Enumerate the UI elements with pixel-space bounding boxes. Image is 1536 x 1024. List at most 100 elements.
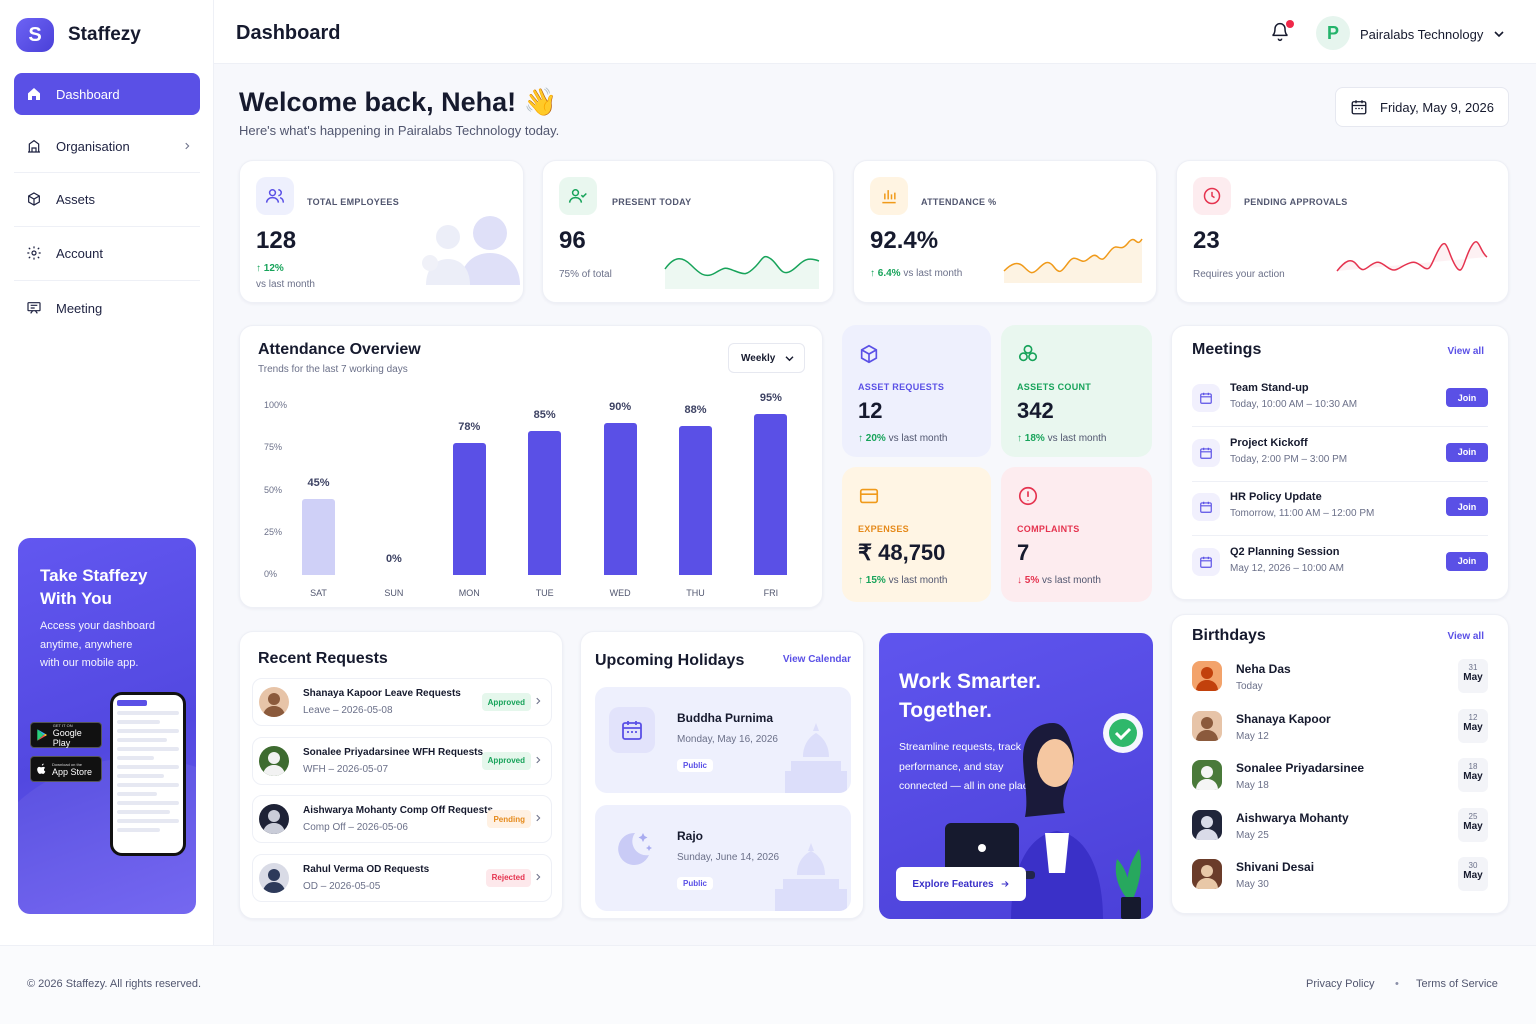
- stat-label: PRESENT TODAY: [612, 197, 692, 207]
- y-tick-label: 0%: [264, 569, 278, 579]
- calendar-icon: [1192, 547, 1220, 576]
- status-badge: Pending: [487, 810, 531, 828]
- presentation-icon: [27, 302, 41, 314]
- meeting-title: Team Stand-up: [1230, 382, 1309, 394]
- join-button[interactable]: Join: [1446, 442, 1488, 462]
- holiday-name: Buddha Purnima: [677, 711, 774, 725]
- boxes-icon: [1018, 344, 1038, 362]
- request-item[interactable]: Rahul Verma OD Requests OD – 2026-05-05 Re…: [252, 853, 552, 902]
- bar-value-label: 78%: [458, 421, 481, 434]
- chevron-right-icon[interactable]: [533, 694, 543, 708]
- chevron-right-icon[interactable]: [533, 870, 543, 884]
- bar-value-label: 0%: [385, 553, 402, 565]
- stat-card-present: PRESENT TODAY 96 75% of total: [542, 160, 834, 303]
- request-item[interactable]: Sonalee Priyadarsinee WFH Requests WFH – …: [252, 736, 552, 785]
- tile-assets-count[interactable]: ASSETS COUNT 342 ↑ 18% vs last month: [1001, 325, 1152, 457]
- date-badge: 18 May: [1458, 758, 1488, 792]
- tile-complaints[interactable]: COMPLAINTS 7 ↓ 5% vs last month: [1001, 467, 1152, 602]
- request-title: Sonalee Priyadarsinee WFH Requests: [303, 746, 484, 758]
- home-icon: [28, 88, 40, 100]
- view-calendar-link[interactable]: View Calendar: [783, 654, 851, 665]
- phone-mockup: [110, 692, 186, 856]
- holiday-item[interactable]: Rajo Sunday, June 14, 2026 Public: [595, 805, 851, 911]
- tile-change: ↓ 5% vs last month: [1017, 575, 1101, 586]
- meeting-item: HR Policy Update Tomorrow, 11:00 AM – 12:…: [1192, 485, 1488, 539]
- request-item[interactable]: Aishwarya Mohanty Comp Off Requests Comp …: [252, 795, 552, 843]
- promo-title: Take Staffezy: [40, 566, 148, 585]
- avatar: [1192, 710, 1222, 741]
- mobile-app-promo: Take Staffezy With You Access your dashb…: [18, 538, 196, 914]
- request-title: Shanaya Kapoor Leave Requests: [303, 688, 461, 699]
- birthday-name: Neha Das: [1236, 662, 1291, 676]
- app-store-button[interactable]: Download on the App Store: [30, 756, 102, 782]
- sidebar-item-meeting[interactable]: Meeting: [14, 287, 200, 329]
- x-tick-label: SAT: [310, 588, 327, 598]
- chevron-right-icon[interactable]: [533, 811, 543, 825]
- top-bar: Dashboard P Pairalabs Technology: [214, 0, 1536, 64]
- y-tick-label: 75%: [264, 442, 283, 453]
- tile-asset-requests[interactable]: ASSET REQUESTS 12 ↑ 20% vs last month: [842, 325, 991, 457]
- stat-change: ↑ 6.4% vs last month: [870, 268, 963, 279]
- sidebar-item-dashboard[interactable]: Dashboard: [14, 73, 200, 115]
- join-button[interactable]: Join: [1446, 388, 1488, 407]
- notification-dot: [1286, 20, 1294, 28]
- request-item[interactable]: Shanaya Kapoor Leave Requests Leave – 202…: [252, 678, 552, 726]
- stat-value: 23: [1193, 227, 1220, 254]
- stat-card-employees: TOTAL EMPLOYEES 128 ↑ 12% vs last month: [239, 160, 524, 303]
- request-subtitle: Comp Off – 2026-05-06: [303, 822, 408, 833]
- date-display[interactable]: Friday, May 9, 2026: [1335, 87, 1509, 127]
- bar-chart-icon: [870, 177, 908, 215]
- date-badge: 25 May: [1458, 807, 1488, 842]
- terms-of-service-link[interactable]: Terms of Service: [1416, 978, 1498, 990]
- sidebar-item-label: Account: [56, 245, 103, 261]
- holiday-item[interactable]: Buddha Purnima Monday, May 16, 2026 Publ…: [595, 687, 851, 793]
- stat-value: 92.4%: [870, 227, 939, 254]
- gear-icon: [27, 246, 41, 260]
- chevron-right-icon[interactable]: [533, 753, 543, 767]
- user-check-icon: [559, 177, 597, 215]
- org-name[interactable]: Pairalabs Technology: [1360, 27, 1483, 42]
- meeting-title: HR Policy Update: [1230, 491, 1322, 503]
- birthdays-view-all-link[interactable]: View all: [1447, 631, 1484, 642]
- tile-label: ASSETS COUNT: [1017, 382, 1092, 392]
- birthday-item[interactable]: Neha Das Today 31 May: [1192, 659, 1488, 701]
- tile-expenses[interactable]: EXPENSES ₹ 48,750 ↑ 15% vs last month: [842, 467, 991, 602]
- badge-day: 30: [1468, 861, 1478, 870]
- page-title: Dashboard: [236, 22, 341, 44]
- birthday-item[interactable]: Sonalee Priyadarsinee May 18 18 May: [1192, 758, 1488, 800]
- birthday-item[interactable]: Shanaya Kapoor May 12 12 May: [1192, 708, 1488, 751]
- promo-text: anytime, anywhere: [40, 638, 133, 651]
- divider: [14, 280, 200, 281]
- temple-illustration: [775, 843, 847, 911]
- meeting-time: Today, 2:00 PM – 3:00 PM: [1230, 453, 1348, 465]
- wave-emoji: 👋: [523, 87, 558, 117]
- brand-name: Staffezy: [68, 24, 141, 45]
- sidebar-item-assets[interactable]: Assets: [14, 178, 200, 220]
- status-badge: Approved: [481, 751, 531, 770]
- join-button[interactable]: Join: [1446, 551, 1488, 571]
- meetings-view-all-link[interactable]: View all: [1447, 346, 1484, 357]
- sidebar: S Staffezy Dashboard Organisation Assets…: [0, 0, 214, 945]
- birthday-item[interactable]: Shivani Desai May 30 30 May: [1192, 857, 1488, 899]
- sidebar-item-organisation[interactable]: Organisation: [14, 125, 200, 167]
- footer-separator: •: [1395, 978, 1399, 990]
- join-button[interactable]: Join: [1446, 497, 1488, 516]
- org-logo: P: [1316, 16, 1350, 50]
- explore-features-button[interactable]: Explore Features: [896, 867, 1026, 901]
- copyright: © 2026 Staffezy. All rights reserved.: [27, 978, 202, 990]
- brand-logo[interactable]: S: [16, 18, 54, 52]
- temple-illustration: [785, 723, 847, 793]
- date-badge: 31 May: [1458, 659, 1488, 693]
- stat-card-attendance: ATTENDANCE % 92.4% ↑ 6.4% vs last month: [853, 160, 1157, 303]
- meeting-time: May 12, 2026 – 10:00 AM: [1230, 562, 1344, 574]
- sidebar-item-account[interactable]: Account: [14, 232, 200, 274]
- birthday-item[interactable]: Aishwarya Mohanty May 25 25 May: [1192, 807, 1488, 850]
- meeting-item: Q2 Planning Session May 12, 2026 – 10:00 …: [1192, 540, 1488, 594]
- privacy-policy-link[interactable]: Privacy Policy: [1306, 978, 1374, 990]
- badge-month: May: [1463, 721, 1483, 733]
- chevron-down-icon[interactable]: [1494, 30, 1504, 38]
- google-play-button[interactable]: GET IT ON Google Play: [30, 722, 102, 748]
- clock-icon: [1193, 177, 1231, 215]
- meeting-item: Project Kickoff Today, 2:00 PM – 3:00 PM J…: [1192, 431, 1488, 485]
- notifications-button[interactable]: [1266, 20, 1294, 48]
